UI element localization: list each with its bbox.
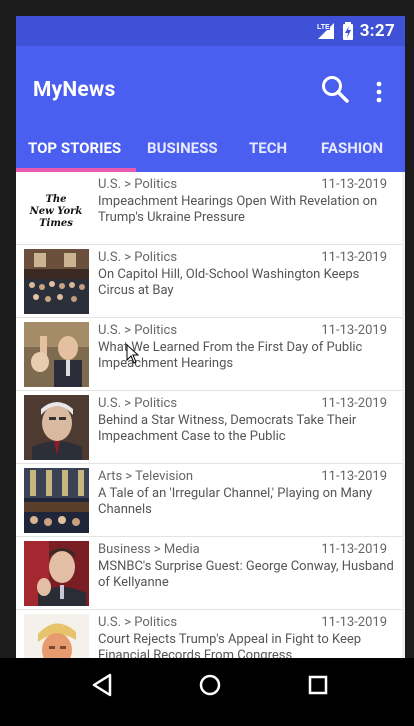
guest-portrait-image [24, 541, 89, 606]
article-thumbnail [24, 468, 89, 533]
article-date: 11-13-2019 [321, 469, 387, 484]
tab-top-stories[interactable]: TOP STORIES [28, 139, 121, 157]
app-screen: LTE 3:27 MyNews TOP STORIES BUSINESS TEC… [16, 16, 405, 658]
article-section: U.S. > Politics [98, 250, 178, 265]
article-item[interactable]: U.S. > Politics 11-13-2019 Behind a Star… [16, 391, 405, 464]
navigation-bar [0, 658, 414, 726]
article-date: 11-13-2019 [321, 250, 387, 265]
article-item[interactable]: U.S. > Politics 11-13-2019 Court Rejects… [16, 610, 405, 658]
article-section: Business > Media [98, 542, 200, 557]
article-headline: A Tale of an 'Irregular Channel,' Playin… [98, 486, 373, 517]
article-section: U.S. > Politics [98, 177, 178, 192]
tab-tech[interactable]: TECH [249, 139, 287, 157]
svg-text:TheNew YorkTimes: The New York Times [29, 194, 83, 229]
device-frame: LTE 3:27 MyNews TOP STORIES BUSINESS TEC… [0, 0, 414, 726]
recents-icon[interactable] [305, 672, 331, 698]
article-date: 11-13-2019 [321, 177, 387, 192]
app-title: MyNews [33, 78, 116, 102]
article-headline: Court Rejects Trump's Appeal in Fight to… [98, 632, 362, 658]
article-section: Arts > Television [98, 469, 194, 484]
committee-hall-image [24, 468, 89, 533]
article-thumbnail [24, 249, 89, 314]
status-bar: LTE 3:27 [16, 16, 405, 46]
tab-fashion[interactable]: FASHION [321, 139, 383, 157]
article-item[interactable]: Arts > Television 11-13-2019 A Tale of a… [16, 464, 405, 537]
lte-signal-icon: LTE [315, 22, 334, 39]
battery-icon [342, 22, 353, 40]
article-headline: What We Learned From the First Day of Pu… [98, 340, 363, 371]
article-section: U.S. > Politics [98, 323, 178, 338]
article-headline: Impeachment Hearings Open With Revelatio… [98, 194, 378, 225]
witness-portrait-image [24, 395, 89, 460]
president-portrait-image [24, 614, 89, 658]
witness-sworn-image [24, 322, 89, 387]
article-date: 11-13-2019 [321, 323, 387, 338]
article-date: 11-13-2019 [321, 615, 387, 630]
nyt-logo-image: The New York Times [29, 194, 83, 229]
home-icon[interactable] [197, 672, 223, 698]
mouse-cursor-icon [126, 344, 140, 364]
svg-text:LTE: LTE [317, 24, 330, 31]
search-icon[interactable] [320, 74, 350, 104]
article-headline: Behind a Star Witness, Democrats Take Th… [98, 413, 357, 444]
article-thumbnail [24, 322, 89, 387]
article-item[interactable]: Business > Media 11-13-2019 MSNBC's Surp… [16, 537, 405, 610]
tab-bar: TOP STORIES BUSINESS TECH FASHION [16, 120, 405, 172]
article-item[interactable]: U.S. > Politics 11-13-2019 What We Learn… [16, 318, 405, 391]
overflow-menu-icon[interactable] [372, 80, 386, 104]
article-headline: On Capitol Hill, Old-School Washington K… [98, 267, 360, 298]
article-thumbnail: The New York Times [24, 176, 89, 241]
article-item[interactable]: U.S. > Politics 11-13-2019 On Capitol Hi… [16, 245, 405, 318]
status-time: 3:27 [359, 21, 395, 41]
article-section: U.S. > Politics [98, 615, 178, 630]
article-item[interactable]: The New York Times U.S. > Politics 11-13-2… [16, 172, 405, 245]
app-bar: MyNews [16, 46, 405, 120]
hearing-room-image [24, 249, 89, 314]
article-headline: MSNBC's Surprise Guest: George Conway, H… [98, 559, 394, 590]
article-thumbnail [24, 395, 89, 460]
article-thumbnail [24, 541, 89, 606]
article-date: 11-13-2019 [321, 542, 387, 557]
tab-business[interactable]: BUSINESS [147, 139, 218, 157]
article-section: U.S. > Politics [98, 396, 178, 411]
article-thumbnail [24, 614, 89, 658]
back-icon[interactable] [90, 672, 116, 698]
article-date: 11-13-2019 [321, 396, 387, 411]
list-scroll-edge [402, 172, 405, 658]
